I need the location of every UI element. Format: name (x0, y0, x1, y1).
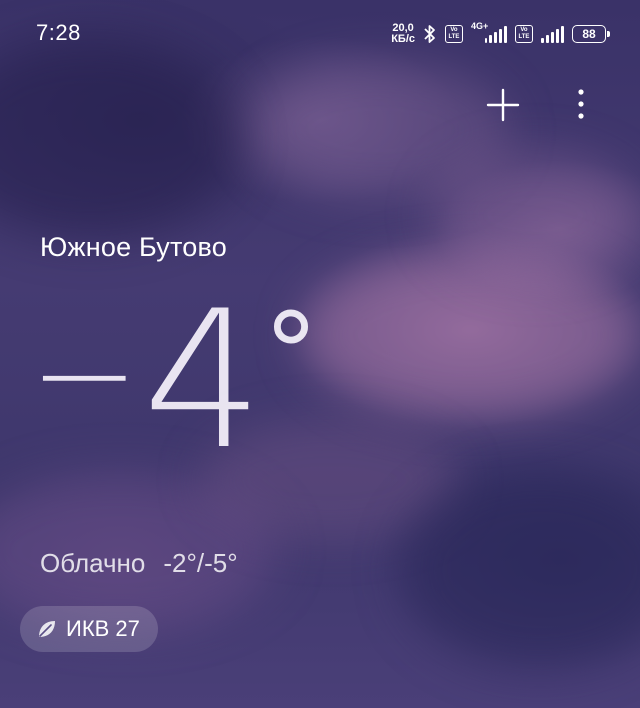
air-quality-label: ИКВ 27 (66, 616, 140, 641)
signal-icon: 4G+ (471, 21, 508, 43)
volte-label-bottom: LTE (518, 34, 530, 40)
plus-icon (486, 88, 520, 122)
volte-icon-2: Vo LTE (515, 25, 533, 43)
volte-label-top: Vo (450, 27, 458, 33)
cloud-shape (0, 40, 240, 240)
network-speed: 20,0 КБ/с (391, 23, 415, 45)
status-bar: 7:28 20,0 КБ/с Vo LTE 4G+ Vo LTE 88 (0, 0, 640, 64)
status-icons: 20,0 КБ/с Vo LTE 4G+ Vo LTE 88 (391, 21, 610, 46)
air-quality-chip[interactable]: ИКВ 27 (20, 606, 158, 652)
battery-icon: 88 (572, 25, 610, 43)
temperature-sign: − (28, 306, 140, 445)
more-options-button[interactable] (562, 86, 600, 124)
add-city-button[interactable] (484, 86, 522, 124)
status-time: 7:28 (36, 20, 81, 45)
volte-icon: Vo LTE (445, 25, 463, 43)
more-vertical-icon (578, 89, 584, 119)
network-type-label: 4G+ (471, 21, 489, 31)
temperature-degree: ° (263, 289, 319, 417)
temperature-range: -2°/-5° (163, 548, 238, 578)
signal-icon-2 (541, 25, 564, 43)
battery-level: 88 (582, 27, 596, 41)
network-speed-unit: КБ/с (391, 33, 415, 45)
leaf-icon (39, 621, 55, 637)
cloud-shape (430, 150, 640, 280)
cloud-shape (300, 250, 640, 420)
volte-label-top: Vo (520, 27, 528, 33)
temperature-value: 4 (142, 270, 264, 491)
bluetooth-icon (424, 25, 435, 43)
volte-label-bottom: LTE (448, 34, 460, 40)
location-name[interactable]: Южное Бутово (40, 232, 227, 263)
condition-row: Облачно -2°/-5° (40, 548, 238, 579)
weather-condition: Облачно (40, 548, 146, 578)
current-temperature: − 4 ° (29, 286, 319, 480)
